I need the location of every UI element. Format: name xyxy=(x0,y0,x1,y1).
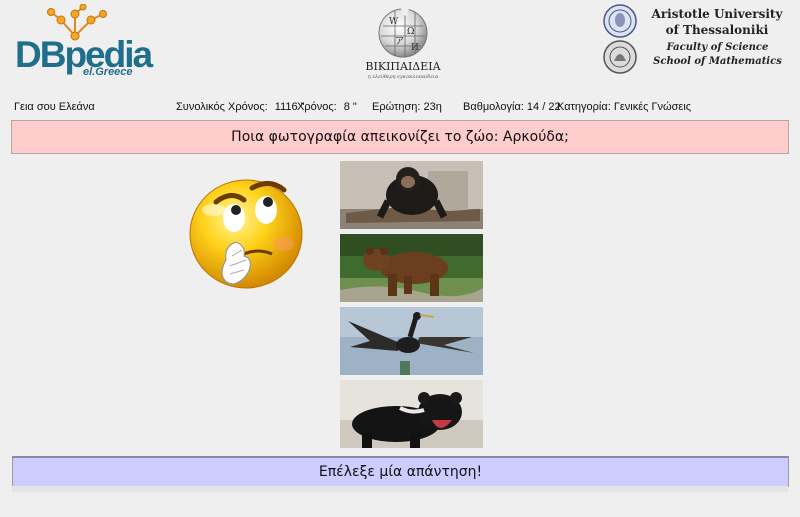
svg-text:Ω: Ω xyxy=(407,27,414,37)
brown-bear-photo xyxy=(340,234,483,302)
cormorant-photo xyxy=(340,307,483,375)
svg-text:W: W xyxy=(389,17,399,27)
dbpedia-logo: DBpedia el.Greece xyxy=(13,4,153,80)
university-logo: Aristotle University of Thessaloniki Fac… xyxy=(600,2,800,80)
question-text: Ποια φωτογραφία απεικονίζει το ζώο: Αρκο… xyxy=(231,129,569,145)
option-photo-tasmanian-devil[interactable] xyxy=(340,380,483,448)
total-time-label: Συνολικός Χρόνος: xyxy=(176,101,268,113)
wikipedia-name: ΒΙΚΙΠΑΙΔΕΙΑ xyxy=(365,60,441,73)
svg-text:И: И xyxy=(411,43,419,53)
question-time: Χρόνος: 8 " xyxy=(297,101,357,113)
question-number: Ερώτηση: 23η xyxy=(372,101,442,113)
answer-prompt-text: Επέλεξε μία απάντηση! xyxy=(318,464,483,480)
faculty-line: Faculty of Science xyxy=(666,42,769,53)
dbpedia-subtitle: el.Greece xyxy=(83,66,133,78)
question-time-value: 8 " xyxy=(343,101,357,113)
tasmanian-devil-photo xyxy=(340,380,483,448)
greeting-text: Γεια σου Ελεάνα xyxy=(14,101,95,113)
total-time: Συνολικός Χρόνος: 1116 " xyxy=(176,101,305,113)
university-name-line1: Aristotle University xyxy=(651,7,783,21)
score: Βαθμολογία: 14 / 22 xyxy=(463,101,561,113)
chimpanzee-photo xyxy=(340,161,483,229)
option-photo-brown-bear[interactable] xyxy=(340,234,483,302)
school-line: School of Mathematics xyxy=(653,56,782,67)
category: Κατηγορία: Γενικές Γνώσεις xyxy=(557,101,692,113)
university-name: Aristotle University of Thessaloniki xyxy=(642,6,792,38)
option-photo-cormorant[interactable] xyxy=(340,307,483,375)
faculty-name: Faculty of Science School of Mathematics xyxy=(640,41,795,69)
wikipedia-globe-icon: WΩアИ xyxy=(378,8,428,58)
option-photo-chimpanzee[interactable] xyxy=(340,161,483,229)
university-name-line2: of Thessaloniki xyxy=(665,23,769,37)
footer-bar xyxy=(12,486,788,492)
wikipedia-tagline: η ελεύθερη εγκυκλοπαίδεια xyxy=(367,74,439,80)
thinking-face-icon xyxy=(189,179,303,289)
svg-text:ア: ア xyxy=(395,37,404,47)
question-panel: Ποια φωτογραφία απεικονίζει το ζώο: Αρκο… xyxy=(11,120,789,154)
university-seal-icon xyxy=(603,4,637,38)
question-time-label: Χρόνος: xyxy=(297,101,337,113)
faculty-seal-icon xyxy=(603,40,637,74)
wikipedia-logo: WΩアИ ΒΙΚΙΠΑΙΔΕΙΑ η ελεύθερη εγκυκλοπαίδε… xyxy=(358,6,448,81)
answer-prompt-panel: Επέλεξε μία απάντηση! xyxy=(12,456,789,487)
